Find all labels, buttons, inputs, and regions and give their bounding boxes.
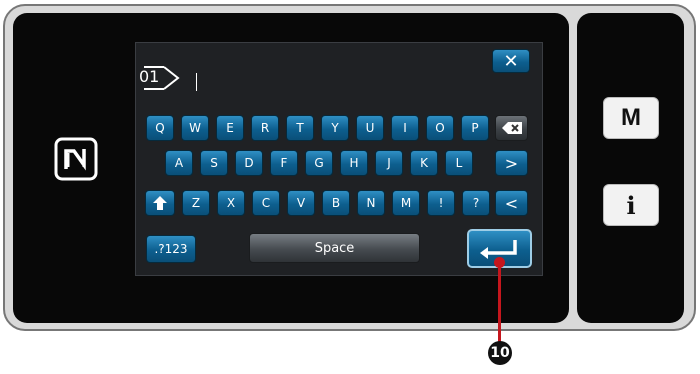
cursor-right-button[interactable]: > [495,150,528,176]
backspace-button[interactable] [495,115,528,141]
space-button[interactable]: Space [249,233,420,263]
key-e[interactable]: E [216,115,244,141]
text-input-field[interactable]: 01 [136,43,542,107]
key-d[interactable]: D [235,150,263,176]
key-o[interactable]: O [426,115,454,141]
callout-leader-line [498,262,501,342]
key-m[interactable]: M [392,190,420,216]
key-v[interactable]: V [287,190,315,216]
key-f[interactable]: F [270,150,298,176]
key-question[interactable]: ? [462,190,490,216]
key-n[interactable]: N [357,190,385,216]
cursor-left-button[interactable]: < [495,190,528,216]
key-w[interactable]: W [181,115,209,141]
key-u[interactable]: U [356,115,384,141]
key-r[interactable]: R [251,115,279,141]
shift-icon [153,196,167,210]
key-k[interactable]: K [410,150,438,176]
backspace-icon [501,122,522,134]
key-t[interactable]: T [286,115,314,141]
mode-button[interactable]: M [603,97,659,139]
key-x[interactable]: X [217,190,245,216]
text-cursor [196,73,197,91]
side-button-panel [577,13,684,323]
close-button[interactable]: ✕ [492,49,530,73]
shift-button[interactable] [145,190,175,216]
key-g[interactable]: G [305,150,333,176]
key-c[interactable]: C [252,190,280,216]
key-a[interactable]: A [165,150,193,176]
information-button[interactable]: i [603,184,659,226]
symbols-mode-button[interactable]: .?123 [146,235,196,263]
key-s[interactable]: S [200,150,228,176]
key-h[interactable]: H [340,150,368,176]
memory-number: 01 [139,67,160,86]
key-exclamation[interactable]: ! [427,190,455,216]
key-i[interactable]: I [391,115,419,141]
callout-anchor [494,257,505,268]
key-j[interactable]: J [375,150,403,176]
key-z[interactable]: Z [182,190,210,216]
key-y[interactable]: Y [321,115,349,141]
nfc-icon [54,137,98,181]
callout-number: 10 [488,341,512,365]
key-q[interactable]: Q [146,115,174,141]
key-p[interactable]: P [461,115,489,141]
key-b[interactable]: B [322,190,350,216]
key-l[interactable]: L [445,150,473,176]
